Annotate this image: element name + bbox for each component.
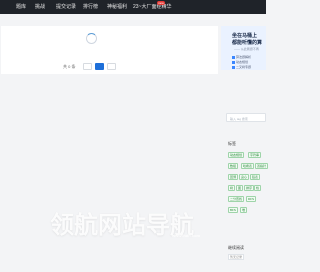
promo-subtitle: —— 从此刷题不再 [234,47,259,51]
tag-chip[interactable]: 贪心 [239,174,250,180]
next-page-button[interactable] [107,63,116,70]
tag-chip[interactable]: 二分查找 [228,196,245,202]
top-navigation-bar: 题库 挑战 提交记录 排行榜 神秘福利 23~大厂面经精华 new [0,0,266,14]
nav-item-submissions[interactable]: 提交记录 [56,3,76,10]
nav-item-perks[interactable]: 神秘福利 [107,3,127,10]
tag-chip[interactable]: 双指针 [255,163,269,169]
promo-title-line1: 坐在马桶上 [232,33,258,39]
recent-section-title: 继续阅读 [228,245,244,250]
tag-chip[interactable]: 哈希表 [241,163,255,169]
tags-section-title: 标签 [228,141,236,146]
tag-chip[interactable]: 动态规划 [228,152,245,158]
tag-chip[interactable]: 数组 [228,163,239,169]
nav-item-problems[interactable]: 题库 [16,3,26,10]
watermark-url: www.lhdh.com [172,233,201,238]
nav-item-leaderboard[interactable]: 排行榜 [83,3,98,10]
new-badge: new [157,1,165,5]
watermark-text: 领航网站导航 [50,211,194,239]
tag-chip[interactable]: 回溯 [228,174,239,180]
tag-chip[interactable]: 图 [236,185,244,191]
promo-line: 二叉树专题 [232,65,251,69]
tag-chip[interactable]: 字符串 [248,152,262,158]
loading-spinner-icon [86,33,97,44]
promo-title-line2: 都能听懂的算 [232,40,263,46]
tag-chip[interactable]: 栈 [254,185,262,191]
nav-item-challenge[interactable]: 挑战 [35,3,45,10]
promo-line: 算法题解析 [232,55,251,59]
tag-chip[interactable]: 排序 [244,185,255,191]
tag-chip[interactable]: DFS [246,196,256,202]
pagination-total: 共 0 条 [63,64,76,69]
promo-line: 动态规划 [232,60,248,64]
tag-search-input[interactable]: 输入 tag 搜索 [226,113,266,122]
page-1-button[interactable] [95,63,104,70]
prev-page-button[interactable] [83,63,92,70]
tag-chip[interactable]: 树 [228,185,236,191]
nav-item-interview-notes[interactable]: 23~大厂面经精华 [133,3,171,10]
tag-chip[interactable]: 链表 [250,174,261,180]
promo-banner[interactable]: 坐在马桶上 都能听懂的算 —— 从此刷题不再 算法题解析 动态规划 二叉树专题 [221,26,266,70]
recent-item[interactable]: 暂无记录 [228,254,245,260]
